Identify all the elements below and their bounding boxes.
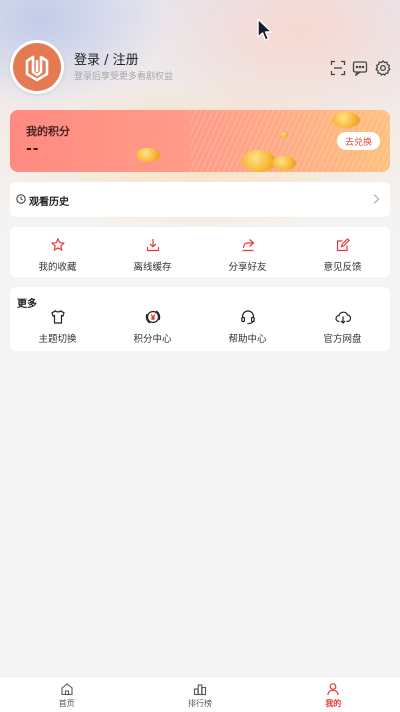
favorites-label: 我的收藏 xyxy=(38,262,77,273)
tab-home-label: 首页 xyxy=(58,699,75,708)
points-center-button[interactable]: 积分中心 xyxy=(105,309,200,345)
share-icon xyxy=(240,237,256,253)
user-icon xyxy=(327,683,340,696)
redeem-button[interactable]: 去兑换 xyxy=(336,132,380,150)
yen-coin-icon xyxy=(145,309,161,325)
help-center-label: 帮助中心 xyxy=(228,334,267,345)
headset-icon xyxy=(240,309,256,325)
profile-header: 登录 / 注册 登录后享受更多看剧权益 xyxy=(10,40,391,96)
watch-history-label: 观看历史 xyxy=(29,197,69,208)
points-card[interactable]: 我的积分 -- 去兑换 xyxy=(10,110,390,172)
theme-switch-label: 主题切换 xyxy=(38,334,77,345)
scan-icon[interactable] xyxy=(330,60,346,76)
mouse-cursor-icon xyxy=(256,18,274,42)
coin-icon xyxy=(242,150,276,172)
tab-mine-label: 我的 xyxy=(325,699,342,708)
tab-ranking-label: 排行榜 xyxy=(187,699,212,708)
coin-icon xyxy=(332,112,360,128)
share-friends-button[interactable]: 分享好友 xyxy=(200,237,295,273)
app-logo-icon xyxy=(13,43,61,91)
coin-icon xyxy=(272,156,296,170)
message-icon[interactable] xyxy=(352,60,368,77)
help-center-button[interactable]: 帮助中心 xyxy=(200,309,295,345)
official-cloud-drive-button[interactable]: 官方网盘 xyxy=(295,309,390,345)
offline-cache-label: 离线缓存 xyxy=(133,262,172,273)
favorites-button[interactable]: 我的收藏 xyxy=(10,237,105,273)
login-register-link[interactable]: 登录 / 注册 xyxy=(74,49,139,68)
avatar[interactable] xyxy=(10,40,64,94)
login-subtitle: 登录后享受更多看剧权益 xyxy=(74,72,174,82)
more-section-title: 更多 xyxy=(17,299,37,310)
tab-mine[interactable]: 我的 xyxy=(267,677,400,712)
chevron-right-icon xyxy=(373,194,380,204)
settings-icon[interactable] xyxy=(375,60,391,76)
ranking-icon xyxy=(193,684,207,696)
coin-icon xyxy=(280,132,288,138)
watch-history-row[interactable]: 观看历史 xyxy=(10,182,390,217)
tab-home[interactable]: 首页 xyxy=(0,677,133,712)
quick-actions-card: 我的收藏 离线缓存 分享好友 意见反馈 xyxy=(10,227,390,277)
points-value: -- xyxy=(26,141,40,157)
star-icon xyxy=(50,237,66,253)
feedback-label: 意见反馈 xyxy=(323,262,362,273)
clock-icon xyxy=(16,194,26,204)
shirt-icon xyxy=(50,309,66,325)
home-icon xyxy=(61,683,73,696)
bottom-tab-bar: 首页 排行榜 我的 xyxy=(0,676,400,712)
points-center-label: 积分中心 xyxy=(133,334,172,345)
cloud-download-icon xyxy=(334,309,351,325)
edit-icon xyxy=(335,237,351,253)
official-cloud-drive-label: 官方网盘 xyxy=(323,334,362,345)
more-card: 更多 主题切换 积分中心 帮助中心 官方网盘 xyxy=(10,287,390,351)
share-friends-label: 分享好友 xyxy=(228,262,267,273)
points-label: 我的积分 xyxy=(26,125,70,138)
theme-switch-button[interactable]: 主题切换 xyxy=(10,309,105,345)
offline-cache-button[interactable]: 离线缓存 xyxy=(105,237,200,273)
download-icon xyxy=(145,237,161,253)
coin-icon xyxy=(136,148,160,162)
feedback-button[interactable]: 意见反馈 xyxy=(295,237,390,273)
tab-ranking[interactable]: 排行榜 xyxy=(133,677,266,712)
